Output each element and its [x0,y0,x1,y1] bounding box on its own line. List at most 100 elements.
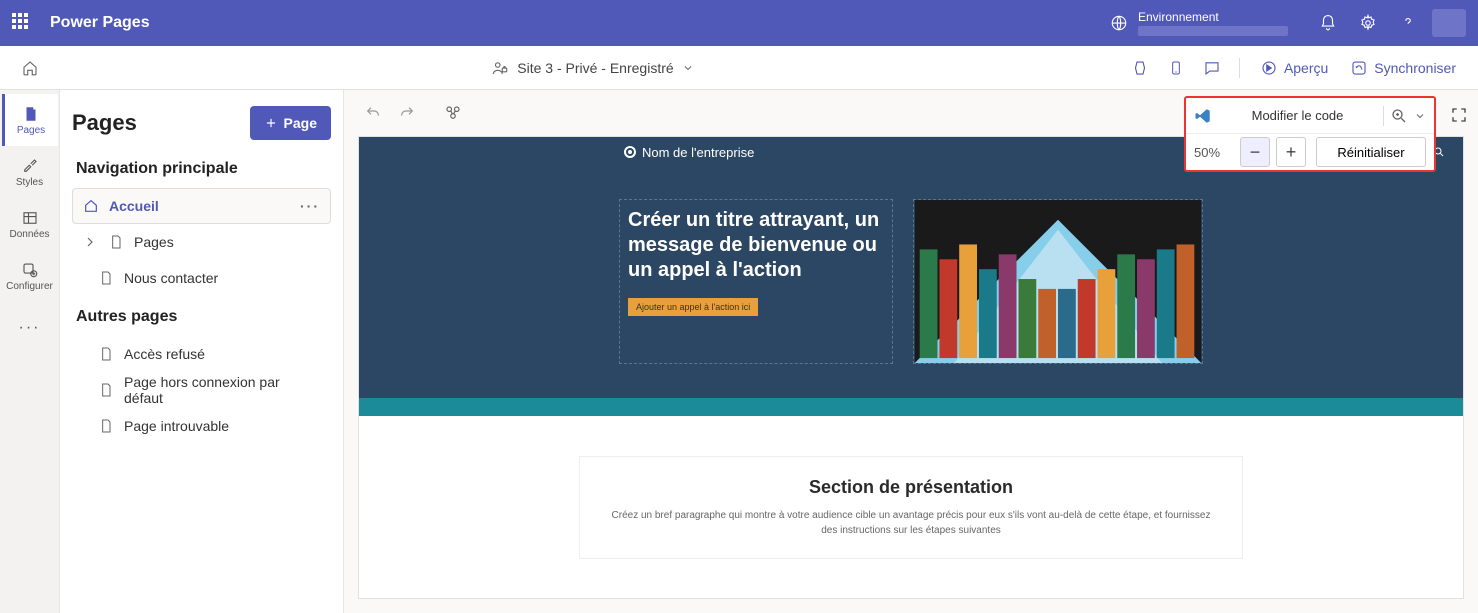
zoom-value: 50% [1194,145,1234,160]
copilot-button[interactable] [1125,53,1155,83]
app-header: Power Pages Environnement [0,0,1478,46]
user-avatar[interactable] [1432,9,1466,37]
copilot-icon [1131,59,1149,77]
sync-icon [1350,59,1368,77]
nav-label: Nous contacter [124,270,218,286]
hero-cta-button[interactable]: Ajouter un appel à l'action ici [628,298,758,316]
add-page-label: Page [284,115,317,131]
comments-button[interactable] [1197,53,1227,83]
code-zoom-panel: Modifier le code 50% − + Réinitialiser [1184,96,1436,172]
nav-item-offline[interactable]: Page hors connexion par défaut [72,372,331,408]
add-page-button[interactable]: Page [250,106,331,140]
environment-name-placeholder [1138,26,1288,36]
page-icon [108,234,124,250]
people-lock-icon [491,59,509,77]
chat-icon [1203,59,1221,77]
nav-label: Accès refusé [124,346,205,362]
nav-item-notfound[interactable]: Page introuvable [72,408,331,444]
rail-styles[interactable]: Styles [2,146,58,198]
section-other-pages: Autres pages [76,308,331,326]
edit-code-button[interactable]: Modifier le code [1218,108,1377,123]
page-icon [98,382,114,398]
sync-button[interactable]: Synchroniser [1342,55,1464,81]
environment-label: Environnement [1138,10,1288,24]
app-launcher-icon[interactable] [12,13,32,33]
preview-icon [1260,59,1278,77]
globe-icon [1110,14,1128,32]
undo-button[interactable] [358,98,388,128]
logo-icon [624,146,636,158]
home-icon [21,59,39,77]
site-picker[interactable]: Site 3 - Privé - Enregistré [60,59,1125,77]
zoom-out-button[interactable]: − [1240,137,1270,167]
table-icon [21,209,39,227]
rail-data[interactable]: Données [2,198,58,250]
rail-styles-label: Styles [16,177,43,188]
zoom-reset-button[interactable]: Réinitialiser [1316,137,1426,167]
home-icon [83,198,99,214]
notifications-button[interactable] [1308,0,1348,46]
containers-image [914,200,1202,363]
zoom-in-icon[interactable] [1390,107,1408,125]
nav-label: Accueil [109,198,159,214]
page-icon [98,270,114,286]
hero-title: Créer un titre attrayant, un message de … [628,208,884,283]
more-icon[interactable]: ··· [300,198,320,214]
site-preview[interactable]: Nom de l'entreprise Accueil Pages▾ Nous … [358,136,1464,599]
divider-bar [359,398,1463,416]
panel-title: Pages [72,110,137,136]
nav-label: Page hors connexion par défaut [124,374,321,406]
preview-button[interactable]: Aperçu [1252,55,1336,81]
settings-button[interactable] [1348,0,1388,46]
vscode-icon [1194,107,1212,125]
nav-label: Page introuvable [124,418,229,434]
section-main-nav: Navigation principale [76,160,331,178]
components-button[interactable] [438,98,468,128]
bell-icon [1319,14,1337,32]
brand-title: Power Pages [50,14,150,32]
home-button[interactable] [15,53,45,83]
page-icon [22,105,40,123]
environment-picker[interactable]: Environnement [1110,10,1288,36]
nav-item-access-denied[interactable]: Accès refusé [72,336,331,372]
plus-icon [264,116,278,130]
pages-panel: Pages Page Navigation principale Accueil… [60,90,344,613]
hero-image[interactable] [913,199,1203,364]
chevron-right-icon [82,234,98,250]
rail-config[interactable]: Configurer [2,250,58,302]
preview-company: Nom de l'entreprise [624,145,754,160]
redo-icon [399,105,415,121]
site-title: Site 3 - Privé - Enregistré [517,60,673,76]
preview-label: Aperçu [1284,60,1328,76]
nav-item-accueil[interactable]: Accueil ··· [72,188,331,224]
zoom-in-button[interactable]: + [1276,137,1306,167]
chevron-down-icon[interactable] [1414,110,1426,122]
hero-text-block[interactable]: Créer un titre attrayant, un message de … [619,199,893,364]
intro-title: Section de présentation [610,477,1212,498]
chevron-down-icon [682,62,694,74]
nav-item-pages[interactable]: Pages [72,224,331,260]
expand-icon [1450,106,1468,124]
command-bar: Site 3 - Privé - Enregistré Aperçu Synch… [0,46,1478,90]
rail-data-label: Données [9,229,49,240]
sync-label: Synchroniser [1374,60,1456,76]
company-name: Nom de l'entreprise [642,145,754,160]
undo-icon [365,105,381,121]
wrench-icon [21,261,39,279]
brush-icon [21,157,39,175]
nav-item-contact[interactable]: Nous contacter [72,260,331,296]
page-icon [98,346,114,362]
left-rail: Pages Styles Données Configurer ··· [0,90,60,613]
fullscreen-button[interactable] [1450,106,1468,124]
intro-section[interactable]: Section de présentation Créez un bref pa… [359,416,1463,589]
gear-icon [1359,14,1377,32]
mobile-preview-button[interactable] [1161,53,1191,83]
intro-text: Créez un bref paragraphe qui montre à vo… [610,508,1212,538]
rail-more[interactable]: ··· [2,302,58,354]
help-button[interactable] [1388,0,1428,46]
rail-pages[interactable]: Pages [2,94,58,146]
phone-icon [1168,59,1184,77]
canvas-area: Modifier le code 50% − + Réinitialiser [344,90,1478,613]
redo-button[interactable] [392,98,422,128]
components-icon [444,104,462,122]
